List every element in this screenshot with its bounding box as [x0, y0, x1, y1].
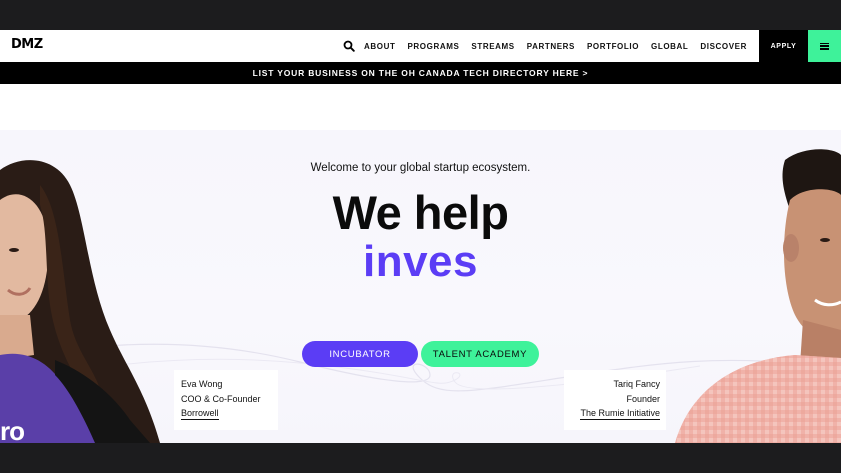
person-card-right: Tariq Fancy Founder The Rumie Initiative [564, 370, 666, 430]
hero-welcome: Welcome to your global startup ecosystem… [310, 162, 531, 174]
hero-typed-text: inves [362, 237, 478, 286]
person-name: Tariq Fancy [613, 379, 660, 389]
main-nav: ABOUT PROGRAMS STREAMS PARTNERS PORTFOLI… [343, 30, 747, 62]
shirt-logo-text: ro [0, 416, 25, 443]
announcement-banner[interactable]: LIST YOUR BUSINESS ON THE OH CANADA TECH… [0, 62, 841, 84]
talent-academy-button[interactable]: TALENT ACADEMY [421, 341, 539, 367]
search-icon[interactable] [343, 40, 355, 52]
spacer [0, 84, 841, 130]
hamburger-menu-icon [820, 42, 829, 50]
top-dark-strip [0, 0, 841, 30]
nav-portfolio[interactable]: PORTFOLIO [587, 42, 639, 51]
person-company-link[interactable]: The Rumie Initiative [580, 408, 660, 420]
person-title: COO & Co-Founder [181, 393, 261, 404]
menu-button[interactable] [808, 30, 841, 62]
apply-button[interactable]: APPLY [759, 30, 808, 62]
nav-streams[interactable]: STREAMS [471, 42, 514, 51]
nav-programs[interactable]: PROGRAMS [407, 42, 459, 51]
nav-partners[interactable]: PARTNERS [527, 42, 575, 51]
logo[interactable]: DMZ [11, 37, 43, 52]
nav-discover[interactable]: DISCOVER [700, 42, 747, 51]
site-header: DMZ ABOUT PROGRAMS STREAMS PARTNERS PORT… [0, 30, 841, 62]
incubator-button[interactable]: INCUBATOR [302, 341, 418, 367]
person-title: Founder [626, 393, 660, 404]
nav-about[interactable]: ABOUT [364, 42, 395, 51]
bottom-dark-strip [0, 443, 841, 473]
person-name: Eva Wong [181, 379, 223, 389]
person-company-link[interactable]: Borrowell [181, 408, 219, 420]
nav-global[interactable]: GLOBAL [651, 42, 688, 51]
person-card-left: Eva Wong COO & Co-Founder Borrowell [174, 370, 278, 430]
hero-headline: We help [332, 186, 509, 239]
